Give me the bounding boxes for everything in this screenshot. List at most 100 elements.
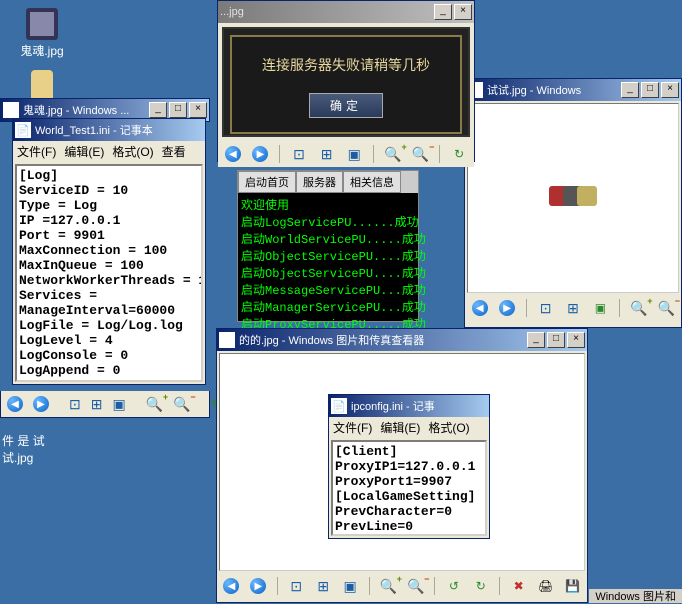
- dialog-message: 连接服务器失败请稍等几秒: [252, 55, 440, 75]
- ok-button[interactable]: 确定: [309, 93, 383, 118]
- image-canvas: 📄 ipconfig.ini - 记事 文件(F) 编辑(E) 格式(O) [C…: [219, 353, 585, 571]
- text-line: PrevCharacter=0: [335, 504, 483, 519]
- close-button[interactable]: ×: [454, 4, 472, 20]
- rotate-left-icon[interactable]: ↺: [445, 577, 462, 595]
- close-button[interactable]: ×: [661, 82, 679, 98]
- minimize-button[interactable]: _: [149, 102, 167, 118]
- desktop-icon-ghost[interactable]: 鬼魂.jpg: [2, 8, 82, 59]
- text-line: ManageInterval=60000: [19, 303, 199, 318]
- console-line: 启动ObjectServicePU....成功: [241, 247, 415, 264]
- next-button[interactable]: ▶: [250, 577, 267, 595]
- fit-icon[interactable]: ⊡: [290, 145, 308, 163]
- notepad-ipconfig: 📄 ipconfig.ini - 记事 文件(F) 编辑(E) 格式(O) [C…: [328, 394, 490, 539]
- actual-icon[interactable]: ⊞: [315, 577, 332, 595]
- menu-format[interactable]: 格式(O): [112, 143, 153, 160]
- zoom-out-icon[interactable]: 🔍: [173, 395, 190, 413]
- picture-viewer-toolbar: ◀ ▶ ⊡ ⊞ ▣ 🔍 🔍: [465, 295, 681, 321]
- rotate-icon[interactable]: ↻: [450, 145, 468, 163]
- prev-button[interactable]: ◀: [224, 145, 242, 163]
- text-line: NetworkWorkerThreads = 1: [19, 273, 199, 288]
- menu-file[interactable]: 文件(F): [333, 419, 372, 436]
- text-line: LogAppend = 0: [19, 363, 199, 378]
- text-line: Services =: [19, 288, 199, 303]
- zoom-out-icon[interactable]: 🔍: [658, 299, 675, 317]
- text-line: [Client]: [335, 444, 483, 459]
- text-area[interactable]: [Client]ProxyIP1=127.0.0.1ProxyPort1=990…: [331, 440, 487, 536]
- fit-icon[interactable]: ⊡: [288, 577, 305, 595]
- titlebar[interactable]: 🖼 的的.jpg - Windows 图片和传真查看器 _ □ ×: [217, 329, 587, 351]
- menu-edit[interactable]: 编辑(E): [64, 143, 104, 160]
- actual-icon[interactable]: ⊞: [564, 299, 581, 317]
- zoom-in-icon[interactable]: 🔍: [146, 395, 163, 413]
- maximize-button[interactable]: □: [169, 102, 187, 118]
- picture-viewer-toolbar: ◀ ▶ ⊡ ⊞ ▣ 🔍 🔍 ↺ ↻ ✖ 🖨 💾: [217, 573, 587, 599]
- app-icon: 🖼: [3, 102, 19, 118]
- console-line: 启动ManagerServicePU...成功: [241, 298, 415, 315]
- text-line: MaxConnection = 100: [19, 243, 199, 258]
- prev-button[interactable]: ◀: [7, 395, 23, 413]
- console-line: 欢迎使用: [241, 196, 415, 213]
- close-button[interactable]: ×: [567, 332, 585, 348]
- next-button[interactable]: ▶: [498, 299, 515, 317]
- tab-info[interactable]: 相关信息: [343, 171, 401, 193]
- text-line: [LocalGameSetting]: [335, 489, 483, 504]
- titlebar[interactable]: 📄 World_Test1.ini - 记事本: [13, 119, 205, 141]
- picture-viewer-window-right: 🖼 试试.jpg - Windows _ □ × ◀ ▶ ⊡ ⊞ ▣ 🔍 🔍: [464, 78, 682, 328]
- minimize-button[interactable]: _: [527, 332, 545, 348]
- window-title: ipconfig.ini - 记事: [351, 398, 487, 414]
- slideshow-icon[interactable]: ▣: [112, 395, 125, 413]
- tab-servers[interactable]: 服务器: [296, 171, 343, 193]
- delete-icon[interactable]: ✖: [510, 577, 527, 595]
- minimize-button[interactable]: _: [434, 4, 452, 20]
- menu-format[interactable]: 格式(O): [428, 419, 469, 436]
- menu-edit[interactable]: 编辑(E): [380, 419, 420, 436]
- picture-viewer-toolbar-ghost: ◀ ▶ ⊡ ⊞ ▣ 🔍 🔍 ↻: [0, 391, 210, 418]
- zoom-in-icon[interactable]: 🔍: [630, 299, 647, 317]
- fit-icon[interactable]: ⊡: [537, 299, 554, 317]
- titlebar[interactable]: ...jpg _ ×: [218, 1, 474, 23]
- maximize-button[interactable]: □: [641, 82, 659, 98]
- menu-file[interactable]: 文件(F): [17, 143, 56, 160]
- desktop-icon-label: 件 是 试 试.jpg: [2, 432, 92, 466]
- titlebar[interactable]: 📄 ipconfig.ini - 记事: [329, 395, 489, 417]
- image-canvas: [467, 103, 679, 293]
- next-button[interactable]: ▶: [33, 395, 49, 413]
- print-icon[interactable]: 🖨: [537, 577, 554, 595]
- desktop-icon-label: 鬼魂.jpg: [2, 42, 82, 59]
- zoom-in-icon[interactable]: 🔍: [380, 577, 397, 595]
- slideshow-icon[interactable]: ▣: [345, 145, 363, 163]
- menubar: 文件(F) 编辑(E) 格式(O): [329, 417, 489, 438]
- console-tabs: 启动首页 服务器 相关信息: [238, 171, 418, 193]
- text-line: Type = Log: [19, 198, 199, 213]
- menu-view[interactable]: 查看: [162, 143, 186, 160]
- next-button[interactable]: ▶: [252, 145, 270, 163]
- titlebar[interactable]: 🖼 试试.jpg - Windows _ □ ×: [465, 79, 681, 101]
- text-line: Port = 9901: [19, 228, 199, 243]
- text-line: MaxInQueue = 100: [19, 258, 199, 273]
- prev-button[interactable]: ◀: [223, 577, 240, 595]
- close-button[interactable]: ×: [189, 102, 207, 118]
- save-icon[interactable]: 💾: [564, 577, 581, 595]
- minimize-button[interactable]: _: [621, 82, 639, 98]
- picture-viewer-toolbar: ◀ ▶ ⊡ ⊞ ▣ 🔍 🔍 ↻: [218, 141, 474, 167]
- tab-start[interactable]: 启动首页: [238, 171, 296, 193]
- slideshow-icon[interactable]: ▣: [592, 299, 609, 317]
- picture-viewer-window-dede: 🖼 的的.jpg - Windows 图片和传真查看器 _ □ × 📄 ipco…: [216, 328, 588, 603]
- desktop-icon-test[interactable]: 件 是 试 试.jpg: [2, 432, 92, 466]
- zoom-out-icon[interactable]: 🔍: [407, 577, 424, 595]
- rotate-right-icon[interactable]: ↻: [472, 577, 489, 595]
- text-line: ServiceID = 10: [19, 183, 199, 198]
- zoom-out-icon[interactable]: 🔍: [412, 145, 430, 163]
- notepad-icon: 📄: [15, 122, 31, 138]
- taskbar-fragment: Windows 图片和: [589, 589, 682, 603]
- window-title: 鬼魂.jpg - Windows ...: [23, 102, 147, 118]
- maximize-button[interactable]: □: [547, 332, 565, 348]
- actual-icon[interactable]: ⊞: [318, 145, 336, 163]
- slideshow-icon[interactable]: ▣: [342, 577, 359, 595]
- zoom-in-icon[interactable]: 🔍: [384, 145, 402, 163]
- prev-button[interactable]: ◀: [471, 299, 488, 317]
- window-title: World_Test1.ini - 记事本: [35, 122, 203, 138]
- fit-icon[interactable]: ⊡: [69, 395, 81, 413]
- text-area[interactable]: [Log]ServiceID = 10Type = LogIP =127.0.0…: [15, 164, 203, 382]
- actual-icon[interactable]: ⊞: [91, 395, 103, 413]
